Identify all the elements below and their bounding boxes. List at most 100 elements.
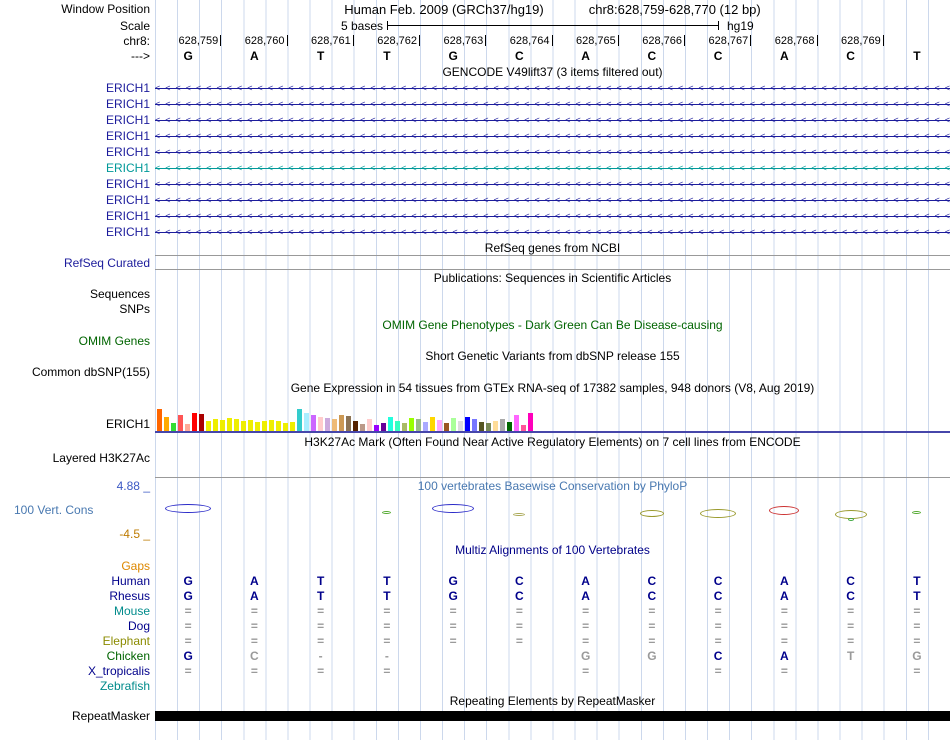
- transcript-line[interactable]: <<<<<<<<<<<<<<<<<<<<<<<<<<<<<<<<<<<<<<<<…: [155, 144, 950, 160]
- dbsnp-track-title[interactable]: Short Genetic Variants from dbSNP releas…: [155, 348, 950, 364]
- gtex-bar: [360, 424, 365, 431]
- refseq-curated-label[interactable]: RefSeq Curated: [0, 256, 155, 270]
- species-label-dog[interactable]: Dog: [0, 618, 155, 633]
- position-ruler-cells: 628,759 628,760 628,761 628,762 628,763 628,7…: [155, 33, 950, 48]
- transcript-label[interactable]: ERICH1: [0, 160, 155, 176]
- base-ruler-row[interactable]: ---> G A T T G C A C C A C T: [0, 48, 950, 63]
- transcript-label[interactable]: ERICH1: [0, 176, 155, 192]
- gtex-bar: [185, 424, 190, 431]
- alignment-base: A: [780, 573, 789, 588]
- transcript-label[interactable]: ERICH1: [0, 112, 155, 128]
- species-label-human[interactable]: Human: [0, 573, 155, 588]
- dbsnp-label[interactable]: Common dbSNP(155): [0, 364, 155, 379]
- transcript-label[interactable]: ERICH1: [0, 192, 155, 208]
- species-label-zebrafish[interactable]: Zebrafish: [0, 678, 155, 693]
- conservation-marks[interactable]: [155, 494, 950, 526]
- species-label-rhesus[interactable]: Rhesus: [0, 588, 155, 603]
- gtex-bar: [164, 417, 169, 431]
- alignment-base: =: [714, 633, 722, 648]
- conservation-label[interactable]: 100 Vert. Cons: [0, 494, 155, 526]
- transcript-line[interactable]: <<<<<<<<<<<<<<<<<<<<<<<<<<<<<<<<<<<<<<<<…: [155, 96, 950, 112]
- omim-genes-label[interactable]: OMIM Genes: [0, 333, 155, 348]
- sequences-label[interactable]: Sequences: [0, 286, 155, 301]
- gtex-gene-label[interactable]: ERICH1: [0, 396, 155, 433]
- refseq-curated-track[interactable]: [155, 255, 950, 270]
- alignment-base: =: [714, 603, 722, 618]
- gtex-chart[interactable]: [155, 396, 950, 433]
- publications-title-row: Publications: Sequences in Scientific Ar…: [0, 269, 950, 286]
- transcript-label[interactable]: ERICH1: [0, 96, 155, 112]
- alignment-base: G: [448, 573, 458, 588]
- multiz-track-title[interactable]: Multiz Alignments of 100 Vertebrates: [155, 541, 950, 558]
- alignment-base: A: [581, 573, 590, 588]
- repeatmasker-bar[interactable]: [155, 711, 950, 721]
- refseq-track-title[interactable]: RefSeq genes from NCBI: [155, 240, 950, 256]
- transcript-label[interactable]: ERICH1: [0, 208, 155, 224]
- species-label-gaps[interactable]: Gaps: [0, 558, 155, 573]
- alignment-base: G: [647, 648, 657, 663]
- species-label-mouse[interactable]: Mouse: [0, 603, 155, 618]
- gtex-track-title[interactable]: Gene Expression in 54 tissues from GTEx …: [155, 379, 950, 396]
- transcript-label[interactable]: ERICH1: [0, 144, 155, 160]
- alignment-base: T: [913, 588, 921, 603]
- gtex-bar: [262, 421, 267, 431]
- position-number: 628,767: [708, 34, 749, 47]
- transcript-label[interactable]: ERICH1: [0, 224, 155, 240]
- transcript-line[interactable]: <<<<<<<<<<<<<<<<<<<<<<<<<<<<<<<<<<<<<<<<…: [155, 176, 950, 192]
- position-label: 628,767: [685, 33, 752, 48]
- gtex-bar: [437, 420, 442, 431]
- species-bases: = = = = = = = =: [155, 663, 950, 678]
- species-row: X_tropicalis = = = = = = = =: [0, 663, 950, 678]
- conservation-track-title[interactable]: 100 vertebrates Basewise Conservation by…: [155, 477, 950, 494]
- transcript-line[interactable]: <<<<<<<<<<<<<<<<<<<<<<<<<<<<<<<<<<<<<<<<…: [155, 192, 950, 208]
- alignment-base: T: [913, 573, 921, 588]
- gtex-bar: [388, 417, 393, 431]
- omim-title-spacer: [0, 316, 155, 333]
- gtex-bar: [318, 417, 323, 431]
- species-label-chicken[interactable]: Chicken: [0, 648, 155, 663]
- gtex-bar: [255, 422, 260, 431]
- repeatmasker-track-title[interactable]: Repeating Elements by RepeatMasker: [155, 693, 950, 709]
- conservation-min-row: -4.5 _: [0, 526, 950, 541]
- base-letter: C: [515, 48, 524, 63]
- gencode-title-row: GENCODE V49lift37 (3 items filtered out): [0, 63, 950, 80]
- species-label-elephant[interactable]: Elephant: [0, 633, 155, 648]
- refseq-title-spacer: [0, 240, 155, 256]
- alignment-base: T: [316, 573, 325, 588]
- repeatmasker-label[interactable]: RepeatMasker: [0, 709, 155, 723]
- omim-track-title[interactable]: OMIM Gene Phenotypes - Dark Green Can Be…: [155, 316, 950, 333]
- conservation-mark: [700, 508, 737, 518]
- position-number: 628,769: [840, 34, 881, 47]
- transcript-line[interactable]: <<<<<<<<<<<<<<<<<<<<<<<<<<<<<<<<<<<<<<<<…: [155, 208, 950, 224]
- publications-track-title[interactable]: Publications: Sequences in Scientific Ar…: [155, 269, 950, 286]
- alignment-base: C: [647, 573, 657, 588]
- transcript-line[interactable]: <<<<<<<<<<<<<<<<<<<<<<<<<<<<<<<<<<<<<<<<…: [155, 128, 950, 144]
- species-row: Dog = = = = = = = = = = = =: [0, 618, 950, 633]
- snps-label[interactable]: SNPs: [0, 301, 155, 316]
- gtex-title-spacer: [0, 379, 155, 396]
- alignment-base: A: [780, 648, 789, 663]
- alignment-base: =: [317, 663, 325, 678]
- gencode-track-title[interactable]: GENCODE V49lift37 (3 items filtered out): [155, 63, 950, 80]
- transcript-line[interactable]: <<<<<<<<<<<<<<<<<<<<<<<<<<<<<<<<<<<<<<<<…: [155, 112, 950, 128]
- gtex-bar: [395, 421, 400, 431]
- alignment-base: =: [449, 633, 457, 648]
- alignment-base: =: [780, 633, 788, 648]
- transcript-line[interactable]: <<<<<<<<<<<<<<<<<<<<<<<<<<<<<<<<<<<<<<<<…: [155, 224, 950, 240]
- gtex-bar: [276, 421, 281, 431]
- genome-browser: Window Position Human Feb. 2009 (GRCh37/…: [0, 0, 950, 740]
- transcript-line[interactable]: <<<<<<<<<<<<<<<<<<<<<<<<<<<<<<<<<<<<<<<<…: [155, 80, 950, 96]
- gencode-transcripts: ERICH1 <<<<<<<<<<<<<<<<<<<<<<<<<<<<<<<<<<…: [0, 80, 950, 240]
- h3k27ac-label[interactable]: Layered H3K27Ac: [0, 450, 155, 465]
- h3k27ac-track-title[interactable]: H3K27Ac Mark (Often Found Near Active Re…: [155, 433, 950, 450]
- transcript-label[interactable]: ERICH1: [0, 128, 155, 144]
- alignment-base: =: [582, 603, 590, 618]
- transcript-line[interactable]: <<<<<<<<<<<<<<<<<<<<<<<<<<<<<<<<<<<<<<<<…: [155, 160, 950, 176]
- species-label-x_tropicalis[interactable]: X_tropicalis: [0, 663, 155, 678]
- transcript-row: ERICH1 <<<<<<<<<<<<<<<<<<<<<<<<<<<<<<<<<<…: [0, 176, 950, 192]
- position-ruler-row[interactable]: chr8: 628,759 628,760 628,761 628,762 628,76…: [0, 33, 950, 48]
- alignment-base: -: [384, 648, 389, 663]
- transcript-label[interactable]: ERICH1: [0, 80, 155, 96]
- base-letter: T: [383, 48, 391, 63]
- publications-title-spacer: [0, 269, 155, 286]
